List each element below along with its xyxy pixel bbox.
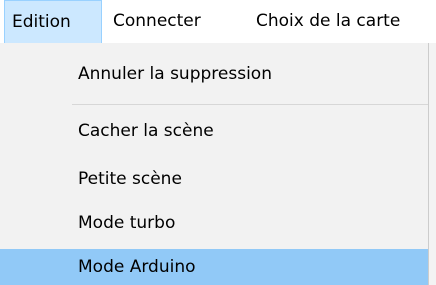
menu-item-mode-turbo[interactable]: Mode turbo: [0, 205, 428, 241]
menu-bar: Edition Connecter Choix de la carte: [0, 0, 436, 43]
menu-item-annuler-la-suppression[interactable]: Annuler la suppression: [0, 56, 428, 92]
menu-separator: [72, 104, 428, 105]
menu-connecter[interactable]: Connecter: [106, 0, 208, 43]
edition-dropdown-menu: Annuler la suppression Cacher la scène P…: [0, 43, 429, 285]
menu-choix-de-la-carte[interactable]: Choix de la carte: [249, 0, 407, 43]
menu-item-petite-scene[interactable]: Petite scène: [0, 161, 428, 197]
app-window: Edition Connecter Choix de la carte Annu…: [0, 0, 436, 285]
menu-item-mode-arduino[interactable]: Mode Arduino: [0, 249, 428, 285]
menu-item-cacher-la-scene[interactable]: Cacher la scène: [0, 113, 428, 149]
menu-edition[interactable]: Edition: [4, 0, 102, 43]
